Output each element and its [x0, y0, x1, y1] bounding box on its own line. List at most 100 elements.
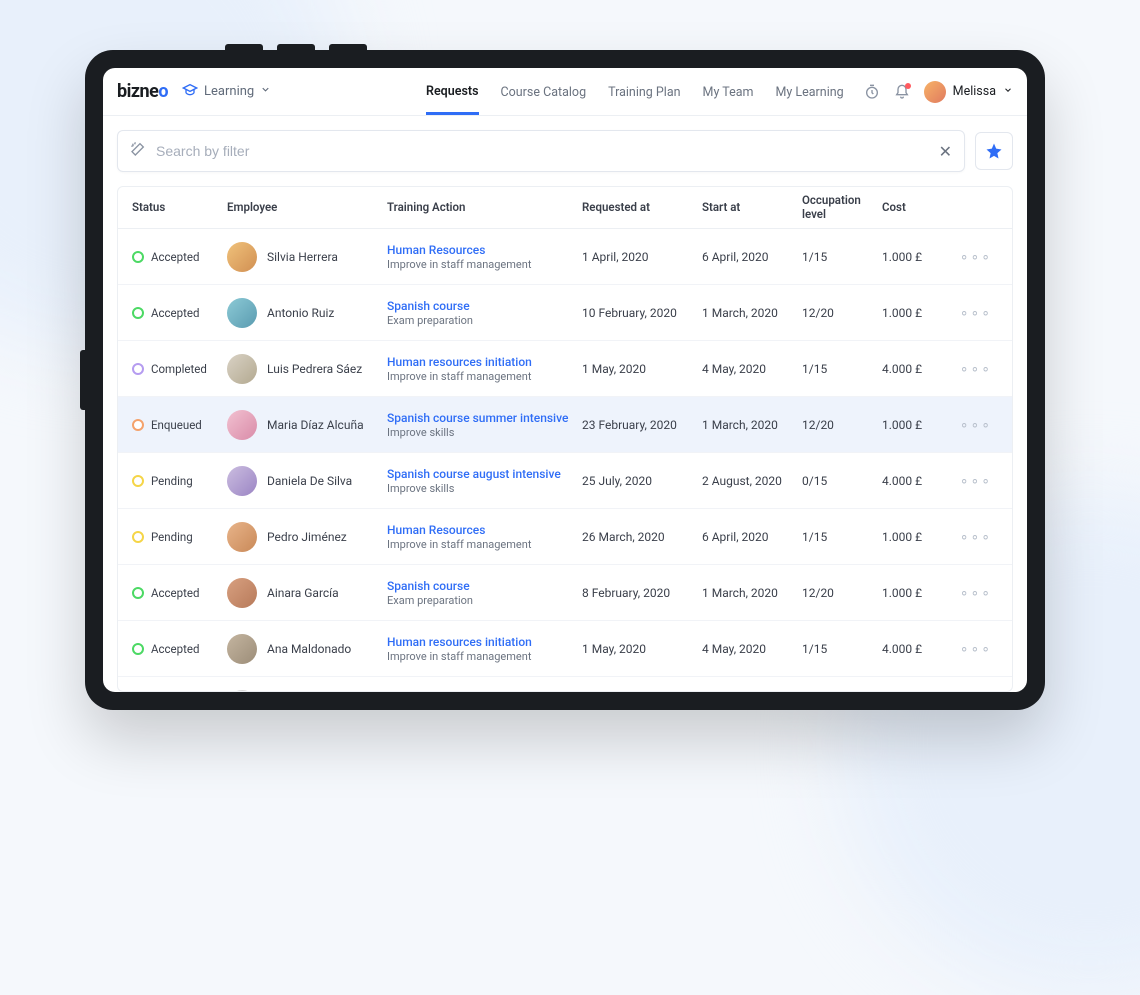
employee-name: Antonio Ruiz: [267, 306, 334, 320]
col-training-action: Training Action: [387, 201, 582, 214]
employee-cell: Ana Maldonado: [227, 634, 387, 664]
table-row[interactable]: Accepted Antonio Ruiz Spanish courseExam p…: [118, 285, 1012, 341]
avatar: [227, 354, 257, 384]
status-cell: Pending: [132, 530, 227, 544]
training-action-subtitle: Exam preparation: [387, 594, 582, 607]
training-action-subtitle: Improve in staff management: [387, 538, 582, 551]
search-row: ✕: [103, 116, 1027, 172]
occupation-cell: 12/20: [802, 306, 882, 320]
nav-tab-my-team[interactable]: My Team: [703, 70, 754, 113]
training-action-link[interactable]: Spanish course: [387, 579, 582, 593]
training-action-cell: Human ResourcesImprove in staff manageme…: [387, 523, 582, 551]
row-actions-icon[interactable]: ∘∘∘: [952, 249, 992, 265]
training-action-subtitle: Improve in staff management: [387, 370, 582, 383]
status-dot-icon: [132, 307, 144, 319]
chevron-down-icon: [1003, 84, 1013, 99]
occupation-cell: 12/20: [802, 418, 882, 432]
col-occupation-level: Occupation level: [802, 194, 882, 220]
avatar: [227, 522, 257, 552]
col-requested-at: Requested at: [582, 201, 702, 214]
nav-tab-course-catalog[interactable]: Course Catalog: [501, 70, 587, 113]
clear-icon[interactable]: ✕: [939, 142, 952, 161]
training-action-link[interactable]: Human resources initiation: [387, 355, 582, 369]
start-at-cell: 1 March, 2020: [702, 418, 802, 432]
training-action-link[interactable]: Human Resources: [387, 243, 582, 257]
chevron-down-icon: [260, 84, 271, 99]
brand-logo[interactable]: bizneo: [117, 81, 168, 102]
start-at-cell: 6 April, 2020: [702, 530, 802, 544]
status-dot-icon: [132, 475, 144, 487]
status-cell: Enqueued: [132, 418, 227, 432]
training-action-cell: Human ResourcesImprove in staff manageme…: [387, 243, 582, 271]
nav-tab-requests[interactable]: Requests: [426, 69, 478, 115]
status-cell: Pending: [132, 474, 227, 488]
training-action-link[interactable]: Spanish course summer intensive: [387, 411, 582, 425]
requested-at-cell: 23 February, 2020: [582, 418, 702, 432]
occupation-cell: 1/15: [802, 530, 882, 544]
row-actions-icon[interactable]: ∘∘∘: [952, 417, 992, 433]
cost-cell: 1.000 £: [882, 250, 952, 264]
magic-wand-icon: [130, 141, 146, 161]
row-actions-icon[interactable]: ∘∘∘: [952, 361, 992, 377]
nav-tab-training-plan[interactable]: Training Plan: [608, 70, 680, 113]
row-actions-icon[interactable]: ∘∘∘: [952, 641, 992, 657]
status-cell: Completed: [132, 362, 227, 376]
cost-cell: 1.000 £: [882, 530, 952, 544]
table-row[interactable]: Pending Daniela De Silva Spanish course au…: [118, 453, 1012, 509]
table-row[interactable]: AcceptedSilvia HerreraHuman ResourcesImp…: [118, 229, 1012, 285]
employee-cell: Luis Pedrera Sáez: [227, 354, 387, 384]
status-cell: Accepted: [132, 586, 227, 600]
training-action-link[interactable]: Spanish course august intensive: [387, 467, 582, 481]
employee-name: Ainara García: [267, 586, 339, 600]
employee-name: Maria Díaz Alcuña: [267, 418, 364, 432]
employee-cell: Ainara García: [227, 578, 387, 608]
status-dot-icon: [132, 587, 144, 599]
training-action-link[interactable]: Human Resources: [387, 523, 582, 537]
topbar: bizneo Learning Requests Course Catalog Tr…: [103, 68, 1027, 116]
col-start-at: Start at: [702, 201, 802, 214]
start-at-cell: 4 May, 2020: [702, 642, 802, 656]
user-name: Melissa: [953, 84, 996, 99]
training-action-subtitle: Exam preparation: [387, 314, 582, 327]
requested-at-cell: 1 May, 2020: [582, 642, 702, 656]
training-action-cell: Spanish courseExam preparation: [387, 579, 582, 607]
employee-name: Pedro Jiménez: [267, 530, 347, 544]
avatar: [227, 242, 257, 272]
training-action-cell: Spanish course summer intensiveImprove s…: [387, 411, 582, 439]
table-row[interactable]: Accepted Ainara García Spanish courseExam …: [118, 565, 1012, 621]
status-label: Accepted: [151, 306, 199, 320]
row-actions-icon[interactable]: ∘∘∘: [952, 585, 992, 601]
nav-tab-my-learning[interactable]: My Learning: [775, 70, 843, 113]
module-switcher[interactable]: Learning: [182, 82, 271, 102]
table-row[interactable]: Enqueued Maria Díaz Alcuña Spanish course …: [118, 397, 1012, 453]
graduation-cap-icon: [182, 82, 198, 102]
training-action-cell: Spanish course august intensiveImprove s…: [387, 467, 582, 495]
training-action-subtitle: Improve skills: [387, 426, 582, 439]
row-actions-icon[interactable]: ∘∘∘: [952, 473, 992, 489]
stopwatch-icon[interactable]: [864, 84, 880, 100]
user-menu[interactable]: Melissa: [924, 81, 1013, 103]
avatar: [227, 410, 257, 440]
cost-cell: 4.000 £: [882, 474, 952, 488]
requested-at-cell: 25 July, 2020: [582, 474, 702, 488]
employee-cell: Silvia Herrera: [227, 242, 387, 272]
row-actions-icon[interactable]: ∘∘∘: [952, 305, 992, 321]
table-row[interactable]: AcceptedSpanish course summer intensive∘…: [118, 677, 1012, 691]
table-row[interactable]: CompletedLuis Pedrera SáezHuman resource…: [118, 341, 1012, 397]
status-dot-icon: [132, 643, 144, 655]
status-dot-icon: [132, 419, 144, 431]
notifications-icon[interactable]: [894, 84, 910, 100]
search-input[interactable]: [156, 143, 939, 159]
col-cost: Cost: [882, 201, 952, 214]
cost-cell: 1.000 £: [882, 586, 952, 600]
module-name: Learning: [204, 84, 254, 99]
training-action-link[interactable]: Human resources initiation: [387, 635, 582, 649]
table-row[interactable]: AcceptedAna MaldonadoHuman resources ini…: [118, 621, 1012, 677]
table-row[interactable]: Pending Pedro Jiménez Human ResourcesImpro…: [118, 509, 1012, 565]
favorite-button[interactable]: [975, 132, 1013, 170]
employee-name: Daniela De Silva: [267, 474, 352, 488]
search-box[interactable]: ✕: [117, 130, 965, 172]
row-actions-icon[interactable]: ∘∘∘: [952, 529, 992, 545]
requests-table: Status Employee Training Action Requeste…: [117, 186, 1013, 692]
training-action-link[interactable]: Spanish course: [387, 299, 582, 313]
